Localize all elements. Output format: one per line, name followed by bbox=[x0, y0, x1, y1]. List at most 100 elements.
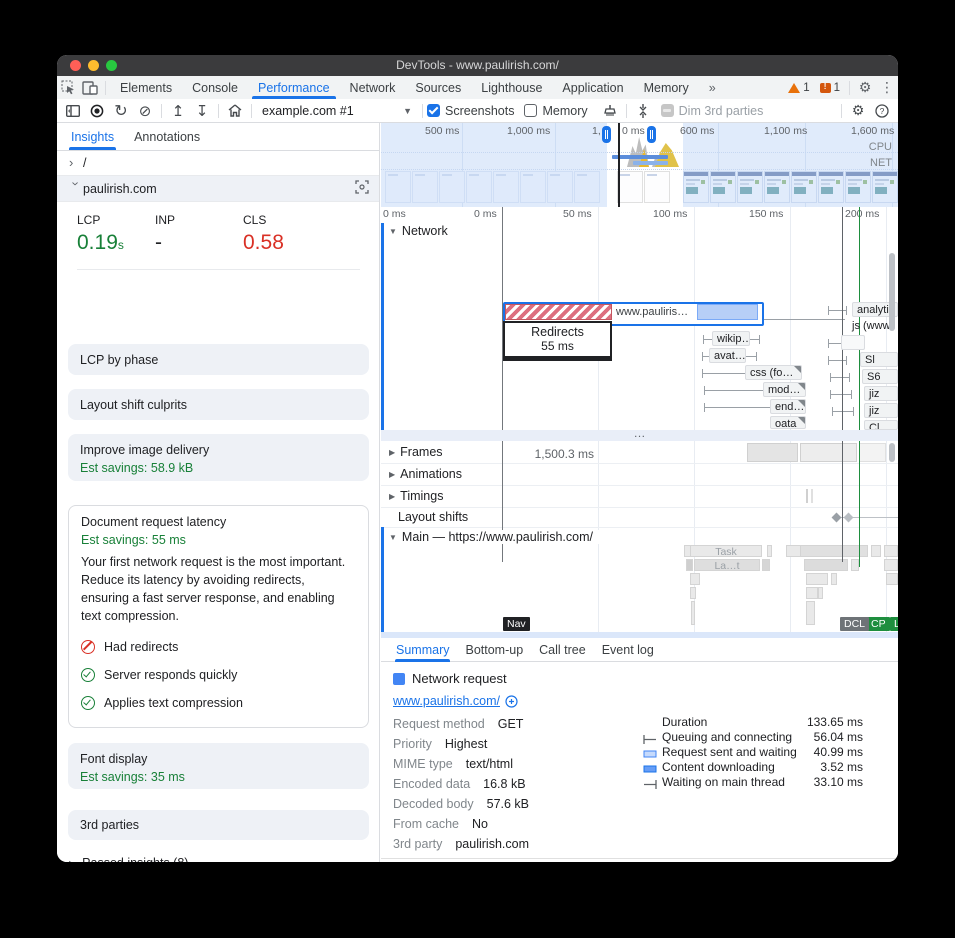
network-track-label: Network bbox=[402, 224, 448, 238]
insight-card-lcp-by-phase[interactable]: LCP by phase bbox=[68, 344, 369, 375]
capture-settings-gear-icon[interactable]: ⚙ bbox=[846, 101, 870, 121]
network-request-color-swatch bbox=[393, 673, 405, 685]
frames-track-header[interactable]: ▶ Frames bbox=[389, 445, 443, 459]
clear-icon[interactable]: ⊘ bbox=[133, 101, 157, 121]
network-request-pill[interactable]: wikip… bbox=[712, 331, 750, 346]
pass-icon bbox=[81, 696, 95, 710]
issues-badge[interactable]: 1 bbox=[820, 82, 840, 94]
network-request-pill[interactable]: Cl bbox=[864, 420, 898, 430]
timings-track-header[interactable]: ▶ Timings bbox=[389, 489, 443, 503]
tab-application[interactable]: Application bbox=[552, 77, 633, 99]
network-request-pill[interactable]: jiz bbox=[864, 403, 898, 418]
dcl-marker-chip[interactable]: DCL bbox=[840, 617, 869, 631]
frame-bar[interactable] bbox=[859, 443, 886, 462]
layout-shift-marker[interactable] bbox=[832, 513, 842, 523]
redirects-annotation[interactable]: Redirects 55 ms bbox=[503, 321, 612, 361]
lcp-marker-chip-2[interactable]: L bbox=[890, 617, 898, 631]
lcp-marker-chip[interactable]: CP bbox=[867, 617, 890, 631]
network-request-pill[interactable]: oata bbox=[770, 416, 806, 429]
inspect-element-icon[interactable] bbox=[57, 79, 79, 97]
network-request-pill[interactable] bbox=[841, 335, 865, 350]
breadcrumb-root-row[interactable]: › / bbox=[57, 150, 379, 176]
nav-marker-chip[interactable]: Nav bbox=[503, 617, 530, 631]
insight-card-layout-shift-culprits[interactable]: Layout shift culprits bbox=[68, 389, 369, 420]
network-request-pill[interactable]: Sl bbox=[860, 352, 898, 367]
main-track-header[interactable]: ▼ Main — https://www.paulirish.com/ bbox=[389, 530, 599, 544]
more-tabs-button[interactable]: » bbox=[699, 77, 726, 99]
tab-bottom-up[interactable]: Bottom-up bbox=[464, 639, 524, 661]
metric-cls-value: 0.58 bbox=[243, 231, 284, 255]
home-icon[interactable] bbox=[223, 101, 247, 121]
network-request-pill[interactable]: S6 bbox=[862, 369, 898, 384]
metric-inp[interactable]: INP - bbox=[155, 213, 175, 255]
network-request-pill[interactable]: mod… bbox=[763, 382, 806, 397]
insight-card-document-request-latency[interactable]: Document request latency Est savings: 55… bbox=[68, 505, 369, 728]
site-row[interactable]: › paulirish.com bbox=[57, 176, 379, 202]
settings-gear-icon[interactable]: ⚙ bbox=[854, 79, 876, 97]
tab-event-log[interactable]: Event log bbox=[601, 639, 655, 661]
field-mode-icon[interactable] bbox=[355, 180, 369, 197]
divider bbox=[626, 104, 627, 118]
flame-task[interactable]: Task bbox=[690, 545, 762, 557]
minimap-cursor-line bbox=[618, 123, 620, 207]
insight-title: Font display bbox=[80, 752, 357, 766]
reveal-request-icon[interactable] bbox=[505, 695, 518, 708]
minimap-left-handle[interactable] bbox=[602, 126, 611, 143]
kebab-menu-icon[interactable]: ⋮ bbox=[876, 79, 898, 97]
tab-console[interactable]: Console bbox=[182, 77, 248, 99]
network-track-header[interactable]: ▼ Network bbox=[389, 224, 448, 238]
insight-card-font-display[interactable]: Font display Est savings: 35 ms bbox=[68, 743, 369, 789]
network-request-pill[interactable]: end… bbox=[770, 399, 806, 414]
reload-and-record-icon[interactable]: ↻ bbox=[109, 101, 133, 121]
light-box-icon bbox=[643, 748, 658, 756]
minimap-tick: 0 ms bbox=[622, 125, 645, 137]
tab-summary[interactable]: Summary bbox=[395, 639, 450, 661]
garbage-collect-icon[interactable] bbox=[598, 101, 622, 121]
upload-trace-icon[interactable]: ↥ bbox=[166, 101, 190, 121]
device-toolbar-icon[interactable] bbox=[79, 79, 101, 97]
insight-card-3rd-parties[interactable]: 3rd parties bbox=[68, 810, 369, 840]
shrink-rows-icon[interactable] bbox=[631, 101, 655, 121]
flame-layout[interactable]: La…t bbox=[694, 559, 760, 571]
target-selector-dropdown[interactable]: example.com #1 ▼ bbox=[256, 104, 418, 118]
metric-lcp[interactable]: LCP 0.19s bbox=[77, 213, 124, 255]
tab-elements[interactable]: Elements bbox=[110, 77, 182, 99]
tab-insights[interactable]: Insights bbox=[69, 125, 116, 149]
insight-savings: Est savings: 58.9 kB bbox=[80, 461, 357, 475]
frame-bar[interactable] bbox=[800, 443, 857, 462]
layout-shift-marker[interactable] bbox=[844, 513, 854, 523]
passed-insights-expander[interactable]: ▶ Passed insights (8) bbox=[69, 856, 188, 862]
divider bbox=[161, 104, 162, 118]
tab-lighthouse[interactable]: Lighthouse bbox=[471, 77, 552, 99]
network-request-pill[interactable]: avat… bbox=[709, 348, 746, 363]
tab-network[interactable]: Network bbox=[340, 77, 406, 99]
frame-bar[interactable] bbox=[747, 443, 798, 462]
tab-performance[interactable]: Performance bbox=[248, 77, 340, 99]
tab-sources[interactable]: Sources bbox=[405, 77, 471, 99]
divider bbox=[77, 269, 360, 270]
record-icon[interactable] bbox=[85, 101, 109, 121]
metric-cls[interactable]: CLS 0.58 bbox=[243, 213, 284, 255]
frames-scrollbar[interactable] bbox=[889, 443, 895, 462]
timeline-minimap[interactable]: 500 ms 1,000 ms 1, 0 ms 600 ms 1,100 ms … bbox=[381, 123, 898, 208]
tab-call-tree[interactable]: Call tree bbox=[538, 639, 587, 661]
memory-checkbox[interactable] bbox=[524, 104, 537, 117]
download-trace-icon[interactable]: ↧ bbox=[190, 101, 214, 121]
screenshots-checkbox[interactable] bbox=[427, 104, 440, 117]
network-track-scrollbar[interactable] bbox=[889, 253, 895, 331]
tab-annotations[interactable]: Annotations bbox=[132, 125, 202, 149]
animations-track-header[interactable]: ▶ Animations bbox=[389, 467, 462, 481]
toggle-sidebar-icon[interactable] bbox=[61, 101, 85, 121]
network-request-pill[interactable]: css (fo… bbox=[745, 365, 802, 380]
tab-memory[interactable]: Memory bbox=[634, 77, 699, 99]
track-resize-handle[interactable]: … bbox=[381, 430, 898, 441]
request-url-link[interactable]: www.paulirish.com/ bbox=[393, 694, 500, 708]
divider bbox=[381, 858, 898, 859]
minimap-right-handle[interactable] bbox=[647, 126, 656, 143]
warnings-badge[interactable]: 1 bbox=[788, 82, 809, 94]
network-request-pill[interactable]: jiz bbox=[864, 386, 898, 401]
help-icon[interactable]: ? bbox=[870, 101, 894, 121]
check-row-text-compression: Applies text compression bbox=[81, 696, 356, 710]
insight-card-improve-image-delivery[interactable]: Improve image delivery Est savings: 58.9… bbox=[68, 434, 369, 481]
layout-shifts-track-header[interactable]: Layout shifts bbox=[398, 510, 468, 524]
